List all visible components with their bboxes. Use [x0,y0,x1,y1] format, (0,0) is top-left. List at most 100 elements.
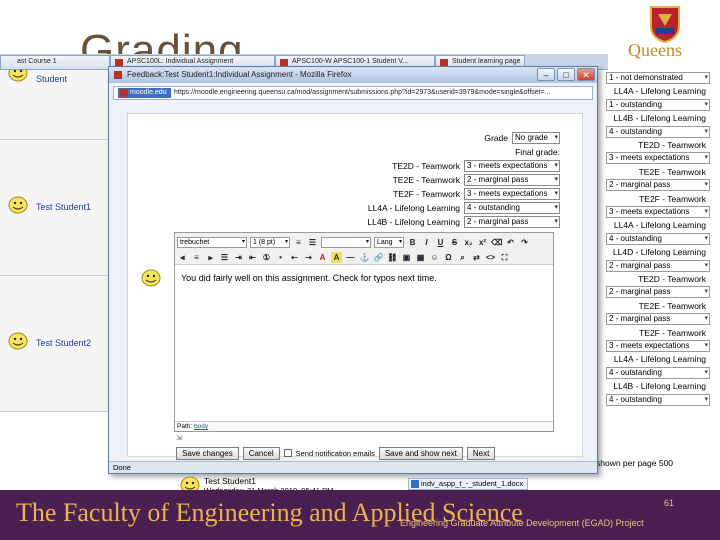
chevron-down-icon: ▾ [704,100,708,108]
underline-icon[interactable]: U [435,237,446,248]
outcome-select[interactable]: 3 - meets expectations ▾ [606,206,710,218]
status-bar: Done [109,461,597,473]
outcome-label: TE2F - Teamwork [639,193,706,204]
size-select[interactable]: 1 (8 pt) ▾ [250,236,290,248]
form-label: TE2D - Teamwork [392,161,460,171]
student-name-link[interactable]: Student [36,74,67,84]
window-title: Feedback:Test Student1:Individual Assign… [127,70,352,79]
outdent-icon[interactable]: ⇠ [289,252,300,263]
cancel-button[interactable]: Cancel [242,446,280,460]
grade-select[interactable]: No grade ▾ [512,132,560,144]
search-icon[interactable]: ⌕ [457,252,468,263]
justify-icon[interactable]: ☰ [219,252,230,263]
minimize-button[interactable]: – [537,68,555,81]
outcome-select[interactable]: 3 - meets expectations ▾ [464,188,560,200]
outcome-select[interactable]: 3 - meets expectations ▾ [464,160,560,172]
resize-icon[interactable]: ⇲ [176,434,188,442]
ltr-icon[interactable]: ⇥ [233,252,244,263]
chevron-down-icon: ▾ [704,261,708,269]
outcome-select[interactable]: 3 - meets expectations ▾ [606,152,710,165]
outcome-select[interactable]: 3 - meets expectations ▾ [606,340,710,352]
fullscreen-icon[interactable]: ⛶ [499,252,510,263]
student-grid: Student Test Student1 Test Student2 [0,64,110,412]
next-button[interactable]: Next [466,446,496,460]
save-and-next-button[interactable]: Save and show next [378,446,463,460]
indent-icon[interactable]: ⇢ [303,252,314,263]
chevron-down-icon: ▾ [704,342,708,349]
site-identity-badge[interactable]: moodle.edu [118,88,171,98]
final-grade-row: Final grade: [515,146,560,158]
rtl-icon[interactable]: ⇤ [247,252,258,263]
superscript-icon[interactable]: x² [477,237,488,248]
feedback-popup-window: Feedback:Test Student1:Individual Assign… [108,66,598,495]
numbered-list-icon[interactable]: ① [261,252,272,263]
toolbar-row: ⫷ ≡ ⫸ ☰ ⇥ ⇤ ① • ⇠ ⇢ A A — ⚓ 🔗 ⛓ ▣ ▦ ☺ Ω … [177,250,510,264]
outcome-select[interactable]: 1 - outstanding ▾ [606,98,710,111]
unlink-icon[interactable]: ⛓ [387,252,398,263]
outcome-select[interactable]: 2 - marginal pass ▾ [606,286,710,299]
browser-tab[interactable]: ast Course 1 [0,55,110,69]
outcome-select[interactable]: 4 - outstanding ▾ [606,125,710,138]
background-color-icon[interactable]: A [331,251,342,263]
clean-icon[interactable]: ⌫ [491,237,502,248]
window-controls: – □ ✕ [537,68,595,81]
save-changes-button[interactable]: Save changes [176,446,239,460]
align-center-icon[interactable]: ≡ [191,252,202,263]
close-button[interactable]: ✕ [577,68,595,81]
path-tag-link[interactable]: body [194,423,208,430]
form-label: LL4A - Lifelong Learning [367,203,460,213]
outcome-select[interactable]: 2 - marginal pass ▾ [464,174,560,186]
bulleted-list-icon[interactable]: • [275,252,286,263]
outcome-select[interactable]: 4 - outstanding ▾ [606,232,710,245]
attachment-link[interactable]: indv_aspp_t_-_student_1.docx [408,478,529,490]
outcome-select[interactable]: 2 - marginal pass ▾ [464,216,560,228]
form-label: LL4B - Lifelong Learning [367,217,460,227]
window-titlebar: Feedback:Test Student1:Individual Assign… [109,67,597,83]
italic-icon[interactable]: I [421,237,432,248]
font-select[interactable]: trebuchet ▾ [177,236,247,248]
url-bar[interactable]: moodle.edu https://moodle.engineering.qu… [113,86,593,100]
anchor-icon[interactable]: ⚓ [359,252,370,263]
html-source-icon[interactable]: <> [485,252,496,263]
style-select[interactable]: ▾ [321,236,371,248]
subscript-icon[interactable]: x₂ [463,237,474,248]
page-number: 61 [664,498,675,508]
replace-icon[interactable]: ⇄ [471,252,482,263]
maximize-button[interactable]: □ [557,68,575,81]
send-notification-checkbox[interactable] [283,449,292,457]
outcome-select[interactable]: 2 - marginal pass ▾ [606,259,710,272]
outcome-label: TE2E - Teamwork [638,166,706,177]
outcome-select[interactable]: 4 - outstanding ▾ [606,393,710,406]
link-icon[interactable]: 🔗 [373,252,384,263]
outcome-select[interactable]: 2 - marginal pass ▾ [606,179,710,192]
ordered-list-icon[interactable]: ≡ [293,237,304,248]
student-name-link[interactable]: Test Student1 [36,202,91,212]
outcome-select[interactable]: 1 - not demonstrated ▾ [606,72,710,84]
bullet-list-icon[interactable]: ☰ [307,237,318,248]
smiley-insert-icon[interactable]: ☺ [429,252,440,263]
outcome-select[interactable]: 2 - marginal pass ▾ [606,313,710,326]
undo-icon[interactable]: ↶ [505,237,516,248]
feedback-text[interactable]: You did fairly well on this assignment. … [181,273,437,283]
word-document-icon [411,480,419,488]
outcome-select[interactable]: 4 - outstanding ▾ [464,202,560,214]
form-label: Grade [484,133,508,143]
outcome-select[interactable]: 4 - outstanding ▾ [606,366,710,379]
special-char-icon[interactable]: Ω [443,252,454,263]
outcomes-column: 1 - not demonstrated ▾ LL4A - Lifelong Lea… [604,70,716,412]
url-text: https://moodle.engineering.queensu.ca/mo… [174,89,551,96]
align-left-icon[interactable]: ⫷ [177,252,188,263]
bold-icon[interactable]: B [407,237,418,248]
text-color-icon[interactable]: A [317,252,328,263]
table-icon[interactable]: ▦ [415,252,426,263]
horizontal-rule-icon[interactable]: — [345,252,356,263]
align-right-icon[interactable]: ⫸ [205,252,216,263]
chevron-down-icon: ▾ [554,218,558,225]
image-icon[interactable]: ▣ [401,252,412,263]
strikethrough-icon[interactable]: S [449,237,460,248]
chevron-down-icon: ▾ [554,204,558,211]
chevron-down-icon: ▾ [554,162,558,169]
student-name-link[interactable]: Test Student2 [36,338,91,348]
redo-icon[interactable]: ↷ [519,237,530,248]
lang-select[interactable]: Lang ▾ [374,236,404,248]
